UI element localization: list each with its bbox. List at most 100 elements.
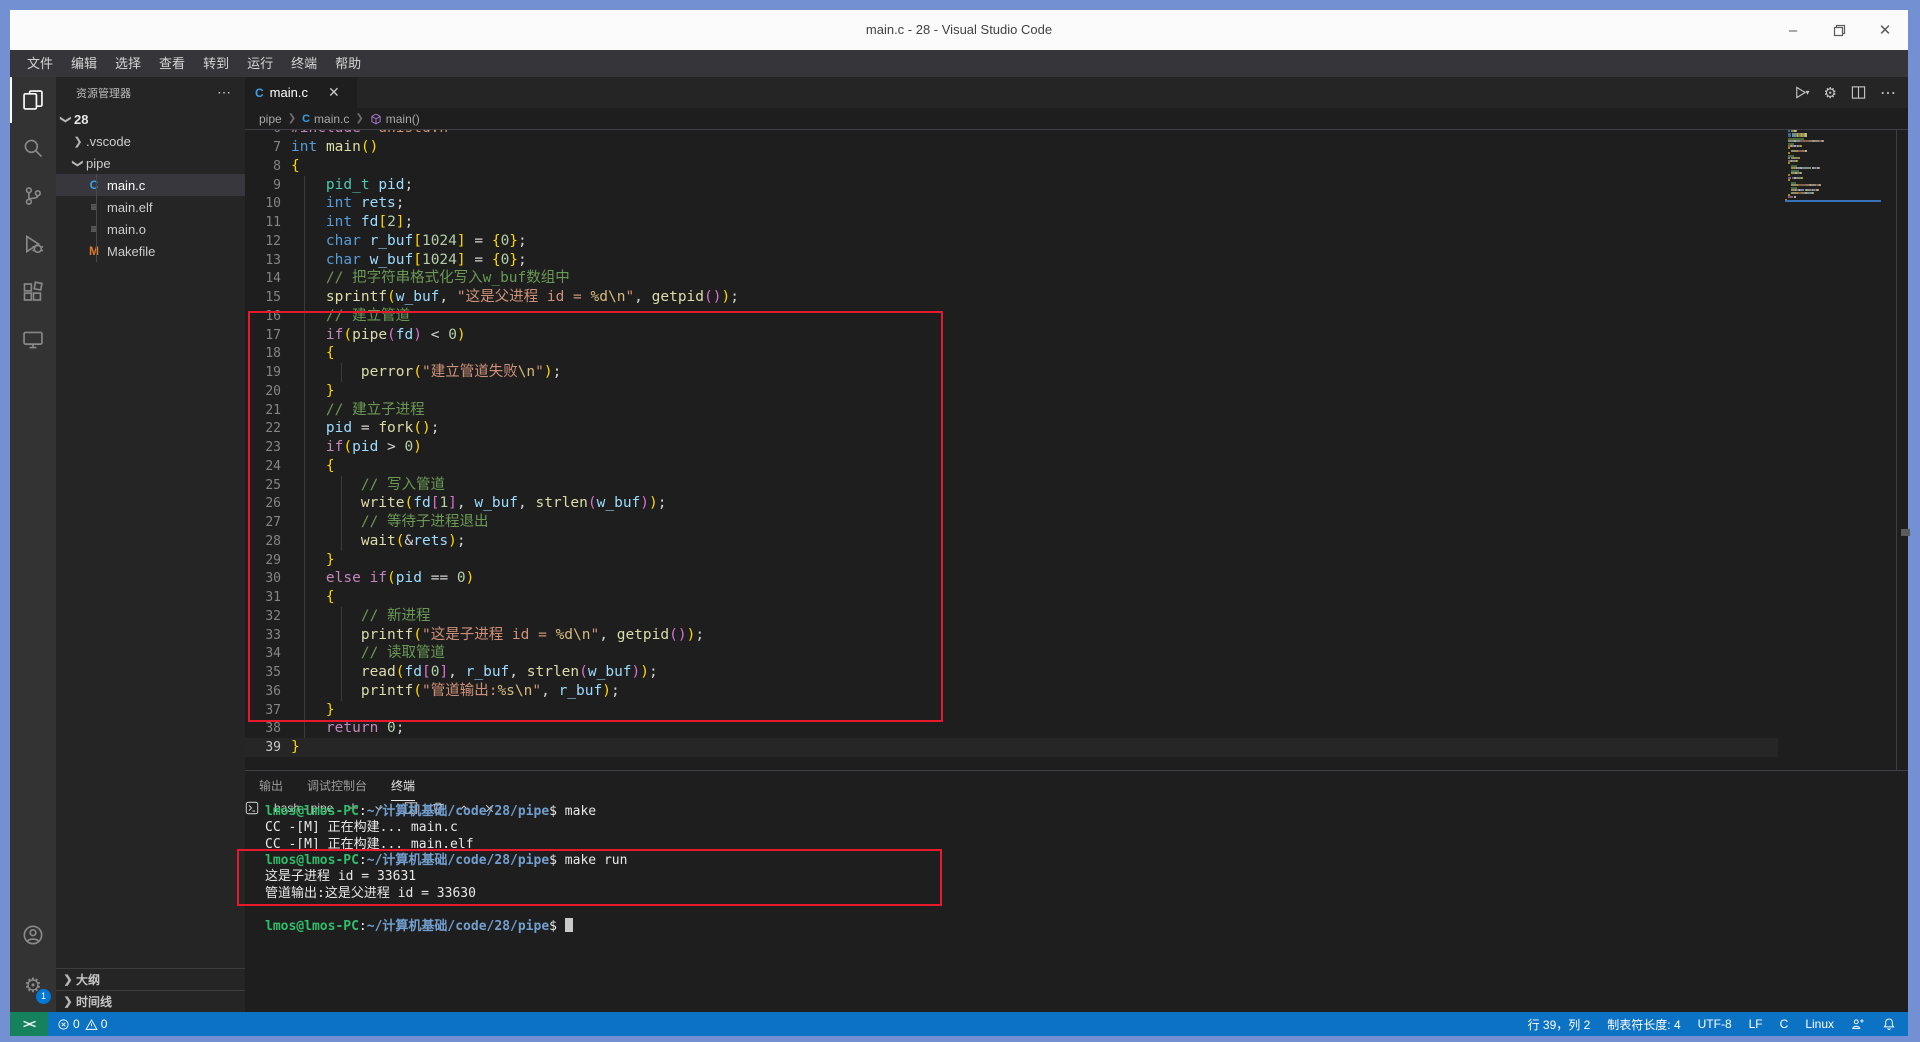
gear-icon[interactable]: ⚙ (1824, 84, 1837, 102)
token: pid (378, 177, 404, 193)
extensions-icon[interactable] (10, 269, 56, 315)
token (291, 477, 361, 493)
outline-section[interactable]: ❯ 大纲 (56, 968, 245, 990)
code-text: { (291, 157, 300, 176)
bell-icon[interactable] (1882, 1017, 1896, 1031)
restore-icon[interactable] (1816, 10, 1862, 50)
minimize-icon[interactable]: – (1770, 10, 1816, 50)
line-number: 33 (245, 626, 281, 645)
menubar-item[interactable]: 文件 (18, 50, 62, 77)
token: } (326, 552, 335, 568)
token: printf (361, 627, 413, 643)
token: // 新进程 (361, 608, 431, 624)
token: strlen (536, 495, 588, 511)
token: ( (343, 327, 352, 343)
menubar-item[interactable]: 转到 (194, 50, 238, 77)
timeline-section[interactable]: ❯ 时间线 (56, 990, 245, 1012)
explorer-icon[interactable] (10, 77, 56, 123)
more-actions-icon[interactable]: ⋯ (217, 84, 231, 101)
settings-icon[interactable]: ⚙1 (10, 962, 56, 1008)
accounts-icon[interactable] (10, 912, 56, 958)
close-icon[interactable]: ✕ (1862, 10, 1908, 50)
terminal-output[interactable]: lmos@lmos-PC:~/计算机基础/code/28/pipe$ makeC… (245, 801, 1908, 1012)
menubar-item[interactable]: 编辑 (62, 50, 106, 77)
status-item[interactable]: LF (1749, 1017, 1763, 1031)
line-number: 26 (245, 494, 281, 513)
token: { (326, 589, 335, 605)
tree-item-mainc[interactable]: Cmain.c (56, 174, 245, 196)
minimap-line (1812, 192, 1814, 194)
token: { (326, 458, 335, 474)
token: 2 (387, 214, 396, 230)
minimap-border (1896, 118, 1897, 770)
token: \n (515, 683, 532, 699)
tab-main-c[interactable]: C main.c ✕ (245, 77, 357, 108)
terminal-line: lmos@lmos-PC:~/计算机基础/code/28/pipe$ make … (265, 853, 627, 870)
token (291, 327, 326, 343)
code-line-8: 8{ (245, 157, 1778, 176)
token (291, 233, 326, 249)
token (291, 627, 361, 643)
token (291, 458, 326, 474)
breadcrumb-symbol[interactable]: main() (386, 112, 420, 126)
tree-item-maino[interactable]: ≡main.o (56, 218, 245, 240)
problems-status[interactable]: 0 0 (48, 1017, 107, 1031)
tree-item-Makefile[interactable]: MMakefile (56, 240, 245, 262)
tree-item-label: pipe (86, 156, 111, 171)
token: // 把字符串格式化写入w_buf数组中 (326, 270, 570, 286)
token: ; (518, 252, 527, 268)
token (361, 233, 370, 249)
split-editor-icon[interactable] (1851, 85, 1866, 100)
remote-explorer-icon[interactable] (10, 317, 56, 363)
scrollbar-marker[interactable] (1901, 529, 1910, 536)
status-item[interactable]: 制表符长度: 4 (1607, 1016, 1680, 1033)
menubar-item[interactable]: 选择 (106, 50, 150, 77)
panel-tab-输出[interactable]: 输出 (259, 771, 283, 801)
feedback-icon[interactable] (1851, 1017, 1865, 1031)
code-editor[interactable]: 6#include "unistd.h"7int main()8{9 pid_t… (245, 77, 1908, 770)
chevron-right-icon: ❯ (288, 113, 296, 124)
panel-tab-终端[interactable]: 终端 (391, 771, 415, 801)
more-actions-icon[interactable]: ⋯ (1880, 83, 1896, 103)
terminal-token: ~/计算机基础/code/28/pipe (367, 853, 549, 868)
terminal-line: lmos@lmos-PC:~/计算机基础/code/28/pipe$ make (265, 804, 596, 821)
menubar-item[interactable]: 运行 (238, 50, 282, 77)
status-item[interactable]: UTF-8 (1698, 1017, 1732, 1031)
search-icon[interactable] (10, 125, 56, 171)
status-item[interactable]: Linux (1805, 1017, 1834, 1031)
status-item[interactable]: C (1780, 1017, 1789, 1031)
token (291, 683, 361, 699)
remote-indicator[interactable]: >< (10, 1012, 48, 1036)
source-control-icon[interactable] (10, 173, 56, 219)
run-and-debug-icon[interactable] (10, 221, 56, 267)
code-text: read(fd[0], r_buf, strlen(w_buf)); (291, 663, 658, 682)
token (291, 439, 326, 455)
close-tab-icon[interactable]: ✕ (328, 84, 340, 101)
terminal-line: lmos@lmos-PC:~/计算机基础/code/28/pipe$ (265, 918, 573, 935)
code-text: sprintf(w_buf, "这是父进程 id = %d\n", getpid… (291, 288, 739, 307)
breadcrumb-file[interactable]: main.c (314, 112, 349, 126)
code-text: { (291, 344, 335, 363)
breadcrumb-folder[interactable]: pipe (259, 112, 282, 126)
line-number: 22 (245, 419, 281, 438)
line-number: 13 (245, 251, 281, 270)
token: () (413, 420, 430, 436)
menubar-item[interactable]: 查看 (150, 50, 194, 77)
status-item[interactable]: 行 39，列 2 (1528, 1016, 1591, 1033)
tree-item-28[interactable]: ❯28 (56, 108, 245, 130)
token (370, 177, 379, 193)
minimap[interactable] (1785, 118, 1881, 208)
run-file-icon[interactable]: ▾ (1793, 85, 1810, 100)
tree-item-pipe[interactable]: ❯pipe (56, 152, 245, 174)
tree-item-label: main.c (107, 178, 145, 193)
tree-item-vscode[interactable]: ❯.vscode (56, 130, 245, 152)
token (291, 308, 326, 324)
tree-item-mainelf[interactable]: ≡main.elf (56, 196, 245, 218)
token (291, 533, 361, 549)
menubar-item[interactable]: 帮助 (326, 50, 370, 77)
token: () (669, 627, 686, 643)
token: ) (448, 533, 457, 549)
terminal-token: ~/计算机基础/code/28/pipe (367, 804, 549, 819)
panel-tab-调试控制台[interactable]: 调试控制台 (307, 771, 367, 801)
menubar-item[interactable]: 终端 (282, 50, 326, 77)
